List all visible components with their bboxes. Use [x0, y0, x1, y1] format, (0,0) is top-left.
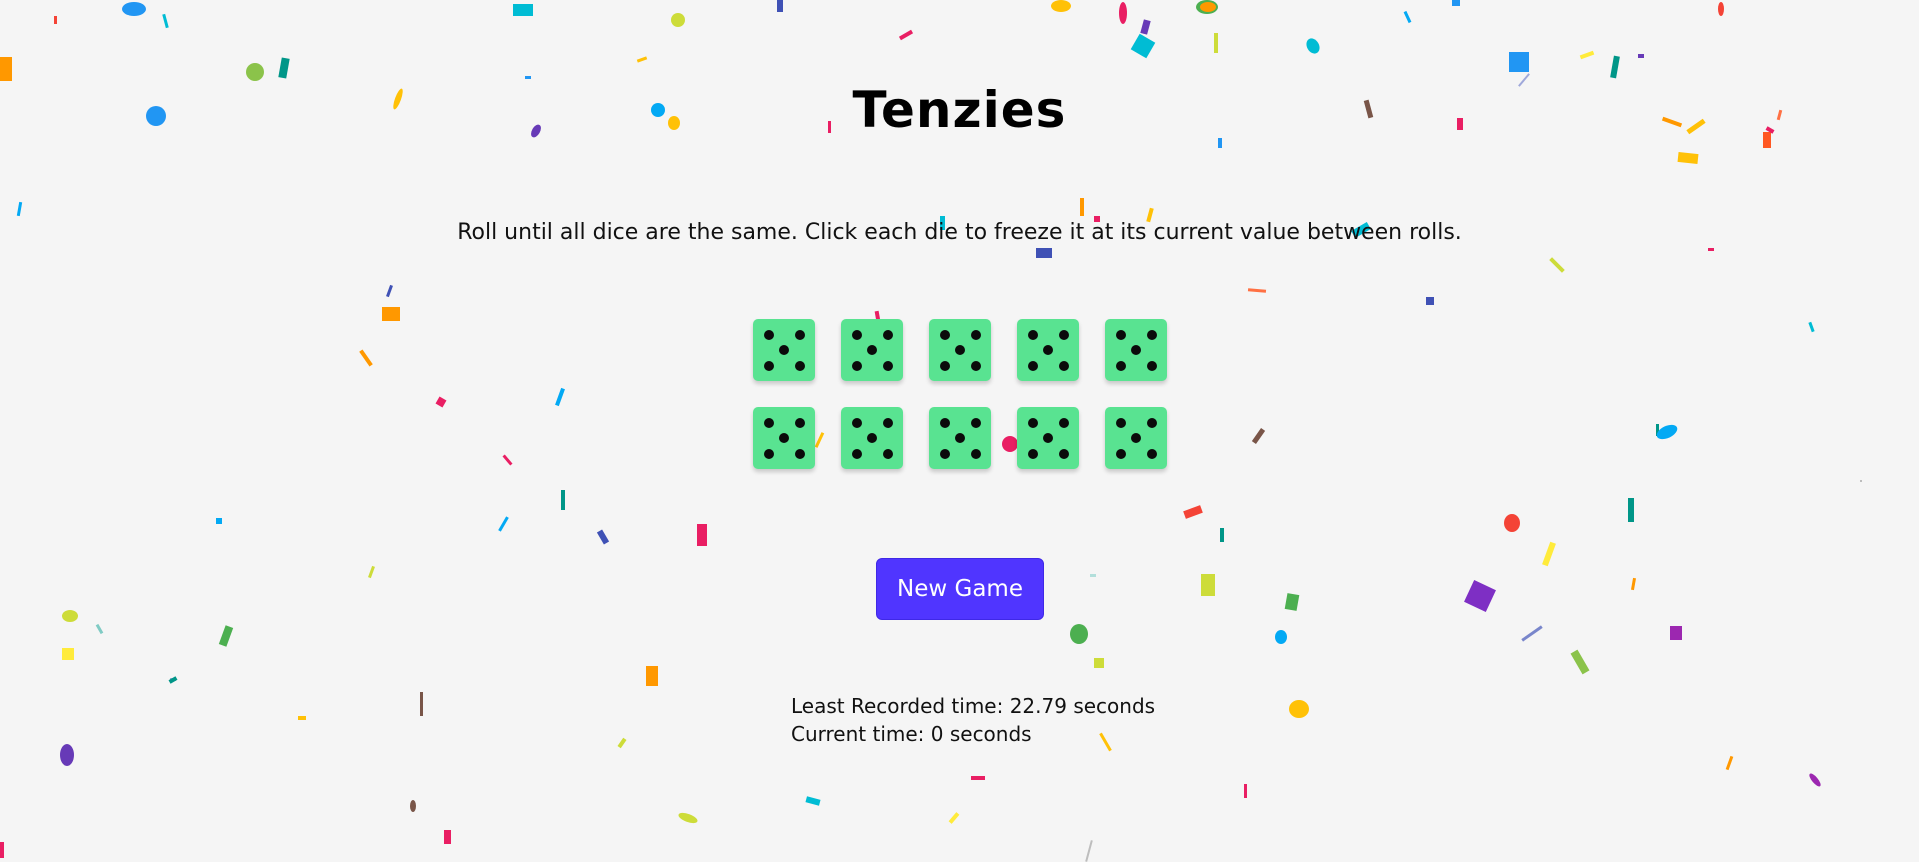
die-pip [1115, 417, 1126, 428]
die-pip [1131, 433, 1141, 443]
die-pip [1027, 360, 1038, 371]
die-pip [851, 360, 862, 371]
die-pip [1058, 448, 1069, 459]
die-pip [763, 360, 774, 371]
die-pip [1146, 448, 1157, 459]
die-pip [1027, 417, 1038, 428]
die-pip [970, 360, 981, 371]
die-pip [763, 417, 774, 428]
die-pip [970, 448, 981, 459]
die-pip [779, 433, 789, 443]
game-instructions: Roll until all dice are the same. Click … [457, 220, 1462, 245]
die-pip [779, 345, 789, 355]
die-pip [1115, 448, 1126, 459]
die-pip [1027, 329, 1038, 340]
game-title: Tenzies [852, 81, 1067, 139]
die-pip [1131, 345, 1141, 355]
die-pip [939, 448, 950, 459]
die-6[interactable] [753, 407, 815, 469]
die-pip [851, 448, 862, 459]
tenzies-app: { "game": { "title": "Tenzies", "instruc… [0, 0, 1919, 862]
die-pip [1058, 329, 1069, 340]
die-pip [882, 417, 893, 428]
die-pip [882, 329, 893, 340]
die-pip [1043, 433, 1053, 443]
new-game-button[interactable]: New Game [876, 558, 1044, 620]
die-pip [851, 417, 862, 428]
die-pip [1146, 417, 1157, 428]
die-pip [763, 329, 774, 340]
die-pip [851, 329, 862, 340]
current-time: Current time: 0 seconds [791, 722, 1032, 746]
die-pip [794, 329, 805, 340]
die-pip [867, 433, 877, 443]
die-pip [1027, 448, 1038, 459]
die-pip [939, 417, 950, 428]
die-pip [882, 448, 893, 459]
die-pip [955, 345, 965, 355]
die-7[interactable] [841, 407, 903, 469]
die-4[interactable] [1017, 319, 1079, 381]
die-pip [1043, 345, 1053, 355]
die-pip [1146, 360, 1157, 371]
die-pip [1058, 360, 1069, 371]
die-pip [763, 448, 774, 459]
die-8[interactable] [929, 407, 991, 469]
die-pip [955, 433, 965, 443]
die-pip [970, 417, 981, 428]
die-pip [1115, 329, 1126, 340]
die-pip [794, 448, 805, 459]
die-1[interactable] [753, 319, 815, 381]
time-stats: Least Recorded time: 22.79 seconds Curre… [791, 692, 1155, 748]
die-5[interactable] [1105, 319, 1167, 381]
die-pip [970, 329, 981, 340]
die-10[interactable] [1105, 407, 1167, 469]
game-container: Tenzies Roll until all dice are the same… [0, 0, 1919, 862]
dice-grid [753, 319, 1167, 471]
die-pip [1146, 329, 1157, 340]
die-9[interactable] [1017, 407, 1079, 469]
die-pip [1115, 360, 1126, 371]
die-pip [939, 329, 950, 340]
die-2[interactable] [841, 319, 903, 381]
least-recorded-time: Least Recorded time: 22.79 seconds [791, 694, 1156, 718]
die-pip [867, 345, 877, 355]
die-pip [794, 360, 805, 371]
die-pip [939, 360, 950, 371]
die-pip [882, 360, 893, 371]
die-3[interactable] [929, 319, 991, 381]
die-pip [794, 417, 805, 428]
die-pip [1058, 417, 1069, 428]
